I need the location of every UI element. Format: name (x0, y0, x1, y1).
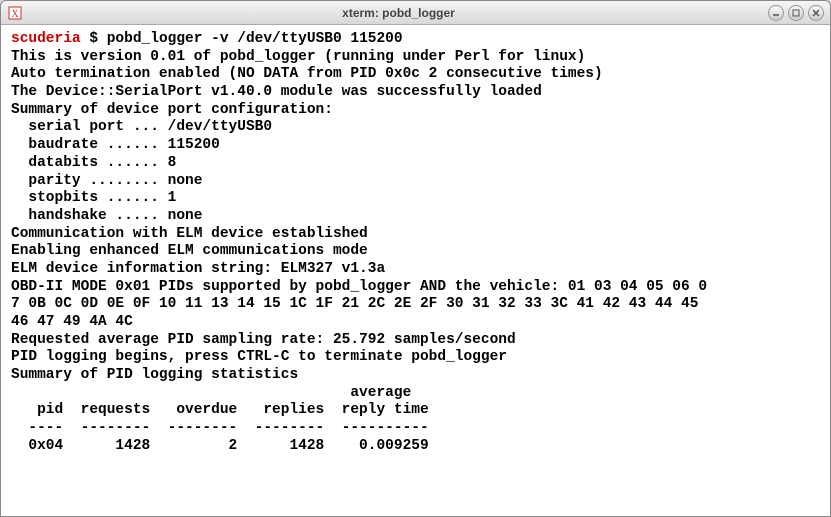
output-line: Summary of PID logging statistics (11, 367, 298, 383)
table-header: pid requests overdue replies reply time (11, 402, 429, 418)
config-line: stopbits ...... 1 (11, 190, 176, 206)
window-controls (768, 5, 824, 21)
config-line: databits ...... 8 (11, 155, 176, 171)
close-button[interactable] (808, 5, 824, 21)
xterm-window: X xterm: pobd_logger scuderia $ pobd_log… (0, 0, 831, 517)
table-separator: ---- -------- -------- -------- --------… (11, 420, 429, 436)
config-line: baudrate ...... 115200 (11, 137, 220, 153)
command-text: pobd_logger -v /dev/ttyUSB0 115200 (107, 31, 403, 47)
prompt-symbol: $ (89, 31, 98, 47)
config-line: serial port ... /dev/ttyUSB0 (11, 119, 272, 135)
table-row: 0x04 1428 2 1428 0.009259 (11, 438, 429, 454)
config-line: parity ........ none (11, 173, 202, 189)
svg-text:X: X (11, 9, 19, 20)
maximize-button[interactable] (788, 5, 804, 21)
titlebar[interactable]: X xterm: pobd_logger (1, 1, 830, 25)
window-title: xterm: pobd_logger (29, 6, 768, 20)
output-line: Requested average PID sampling rate: 25.… (11, 332, 516, 348)
terminal-content[interactable]: scuderia $ pobd_logger -v /dev/ttyUSB0 1… (1, 25, 830, 516)
output-line: Summary of device port configuration: (11, 102, 333, 118)
output-line: The Device::SerialPort v1.40.0 module wa… (11, 84, 542, 100)
output-line: This is version 0.01 of pobd_logger (run… (11, 49, 585, 65)
output-line: Auto termination enabled (NO DATA from P… (11, 66, 603, 82)
app-icon: X (7, 5, 23, 21)
output-line: PID logging begins, press CTRL-C to term… (11, 349, 507, 365)
output-line: OBD-II MODE 0x01 PIDs supported by pobd_… (11, 279, 707, 295)
output-line: 46 47 49 4A 4C (11, 314, 133, 330)
table-header: average (11, 385, 411, 401)
output-line: ELM device information string: ELM327 v1… (11, 261, 385, 277)
output-line: 7 0B 0C 0D 0E 0F 10 11 13 14 15 1C 1F 21… (11, 296, 698, 312)
minimize-button[interactable] (768, 5, 784, 21)
output-line: Enabling enhanced ELM communications mod… (11, 243, 368, 259)
output-line: Communication with ELM device establishe… (11, 226, 368, 242)
prompt-host: scuderia (11, 31, 81, 47)
config-line: handshake ..... none (11, 208, 202, 224)
